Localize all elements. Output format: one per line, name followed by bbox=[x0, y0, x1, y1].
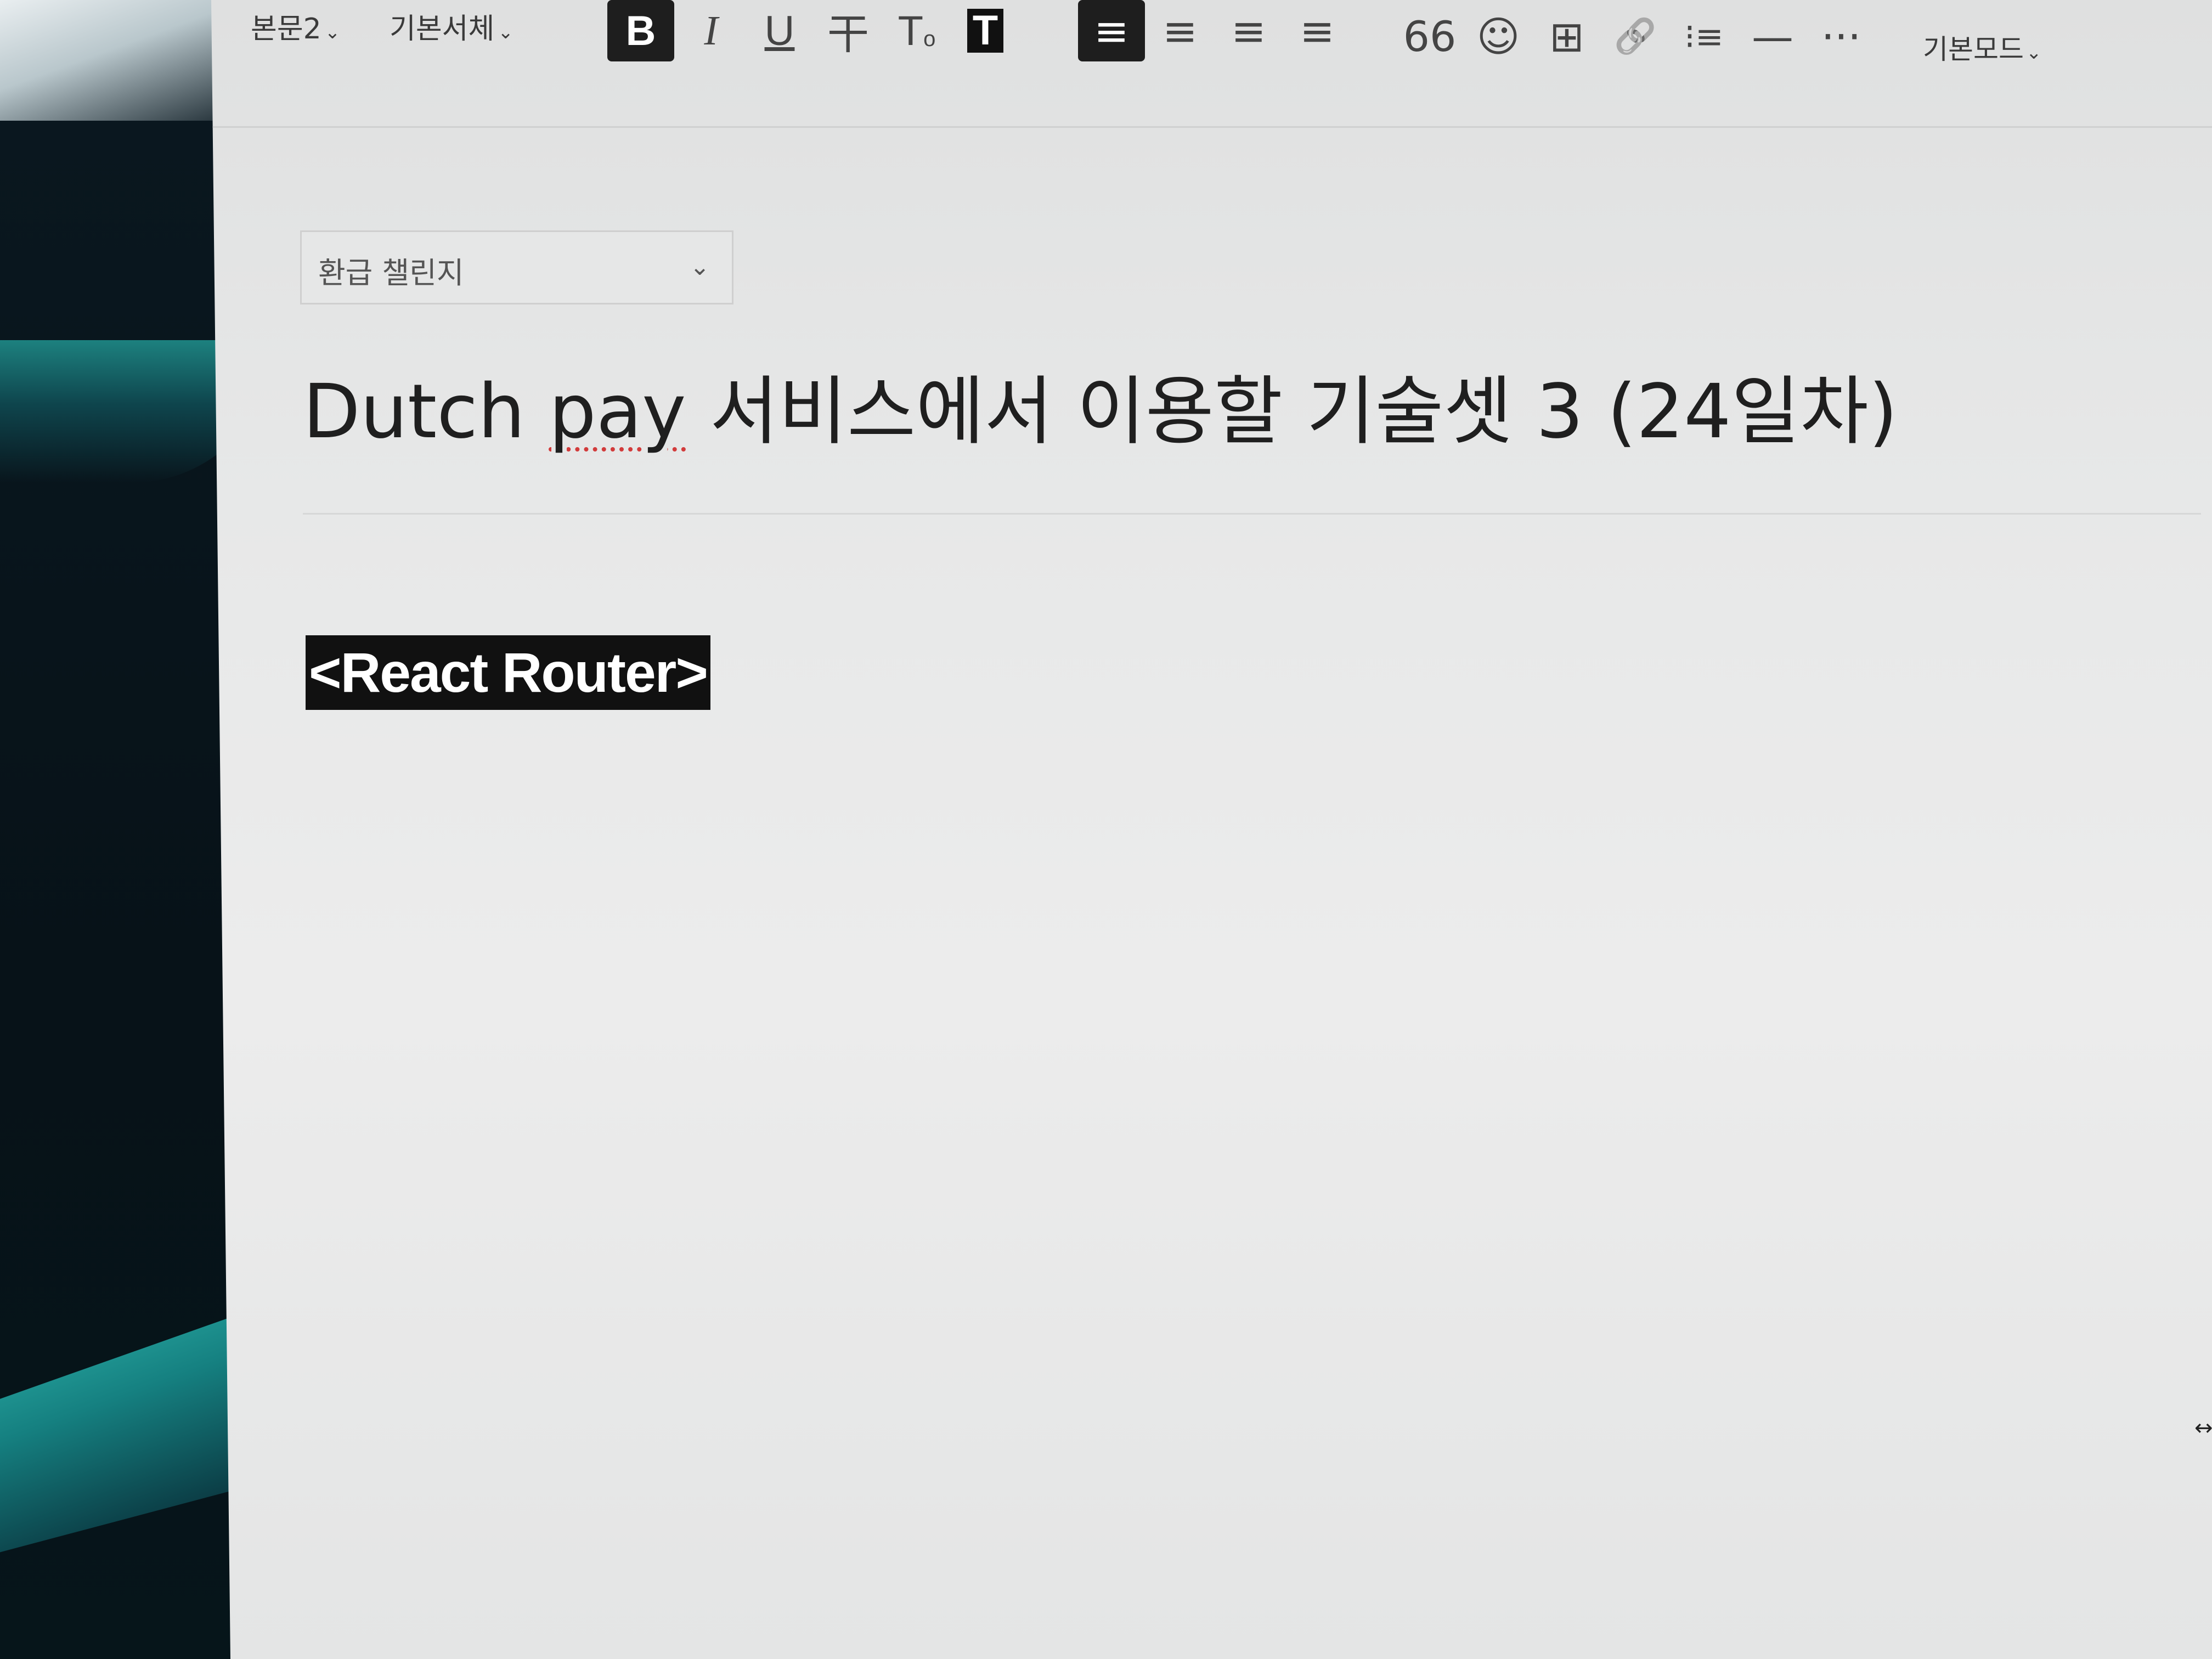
underline-button[interactable]: U bbox=[746, 0, 813, 61]
horizontal-line-button[interactable]: — bbox=[1739, 5, 1806, 67]
align-left-icon: ≡ bbox=[1094, 6, 1129, 55]
formatting-toolbar: 본문2 ⌄ 기본서체 ⌄ B I U 干 To T ≡ ≡ ≡ ≡ 66 ☺ ⊞ 🔗… bbox=[211, 0, 2212, 128]
editor-mode-dropdown[interactable]: 기본모드 ⌄ bbox=[1923, 27, 2042, 67]
post-title-prefix: Dutch bbox=[303, 369, 549, 455]
paragraph-style-dropdown[interactable]: 본문2 ⌄ bbox=[251, 5, 340, 47]
font-family-dropdown[interactable]: 기본서체 ⌄ bbox=[390, 5, 514, 47]
resize-cursor-icon: ↔ bbox=[2194, 1415, 2212, 1441]
italic-button[interactable]: I bbox=[678, 0, 744, 61]
chevron-down-icon: ⌄ bbox=[324, 21, 341, 43]
italic-icon: I bbox=[704, 7, 718, 54]
title-divider bbox=[303, 513, 2201, 515]
chevron-down-icon: ⌄ bbox=[2026, 42, 2042, 64]
text-background-icon: T bbox=[967, 9, 1004, 53]
align-right-icon: ≡ bbox=[1231, 6, 1266, 55]
photo-scene: 본문2 ⌄ 기본서체 ⌄ B I U 干 To T ≡ ≡ ≡ ≡ 66 ☺ ⊞ 🔗… bbox=[0, 0, 2212, 1659]
more-button[interactable]: ··· bbox=[1808, 5, 1875, 67]
bold-button[interactable]: B bbox=[607, 0, 674, 61]
chevron-down-icon: ⌄ bbox=[498, 21, 514, 43]
align-justify-button[interactable]: ≡ bbox=[1284, 0, 1351, 61]
emoji-button[interactable]: ☺ bbox=[1465, 5, 1532, 67]
post-title-suffix: 서비스에서 이용할 기술셋 3 (24일차) bbox=[686, 369, 1898, 455]
wallpaper-wave-lower bbox=[0, 1306, 263, 1558]
link-button[interactable]: 🔗 bbox=[1602, 5, 1669, 67]
chevron-down-icon: ⌄ bbox=[690, 253, 710, 281]
text-background-button[interactable]: T bbox=[952, 0, 1019, 61]
align-left-button[interactable]: ≡ bbox=[1078, 0, 1145, 61]
category-select[interactable]: 환급 챌린지 ⌄ bbox=[300, 230, 733, 304]
horizontal-line-icon: — bbox=[1752, 12, 1793, 61]
quote-button[interactable]: 66 bbox=[1396, 5, 1463, 67]
align-center-icon: ≡ bbox=[1163, 6, 1198, 55]
strikethrough-button[interactable]: 干 bbox=[815, 0, 882, 61]
align-justify-icon: ≡ bbox=[1300, 6, 1335, 55]
editor-window: 본문2 ⌄ 기본서체 ⌄ B I U 干 To T ≡ ≡ ≡ ≡ 66 ☺ ⊞ 🔗… bbox=[211, 0, 2212, 1659]
post-title[interactable]: Dutch pay 서비스에서 이용할 기술셋 3 (24일차) bbox=[303, 351, 1898, 459]
selected-heading-text[interactable]: <React Router> bbox=[306, 635, 710, 710]
quote-icon: 66 bbox=[1403, 12, 1457, 61]
more-icon: ··· bbox=[1821, 12, 1861, 61]
align-center-button[interactable]: ≡ bbox=[1147, 0, 1214, 61]
text-color-button[interactable]: To bbox=[883, 0, 950, 61]
strikethrough-icon: 干 bbox=[827, 10, 869, 59]
category-selected-label: 환급 챌린지 bbox=[318, 256, 464, 290]
link-icon: 🔗 bbox=[1614, 16, 1657, 56]
table-button[interactable]: ⊞ bbox=[1533, 5, 1600, 67]
font-family-label: 기본서체 bbox=[390, 13, 495, 46]
post-title-misspelled-word: pay bbox=[549, 369, 686, 455]
emoji-icon: ☺ bbox=[1476, 12, 1520, 61]
paragraph-style-label: 본문2 bbox=[251, 13, 321, 46]
editor-mode-label: 기본모드 bbox=[1923, 33, 2024, 65]
align-right-button[interactable]: ≡ bbox=[1215, 0, 1282, 61]
text-color-sub-icon: o bbox=[923, 26, 936, 51]
list-button[interactable]: ⁝≡ bbox=[1671, 5, 1737, 67]
table-icon: ⊞ bbox=[1549, 12, 1584, 61]
list-icon: ⁝≡ bbox=[1684, 16, 1724, 57]
text-color-icon: T bbox=[898, 7, 924, 54]
underline-icon: U bbox=[764, 7, 795, 54]
bold-icon: B bbox=[625, 7, 656, 54]
